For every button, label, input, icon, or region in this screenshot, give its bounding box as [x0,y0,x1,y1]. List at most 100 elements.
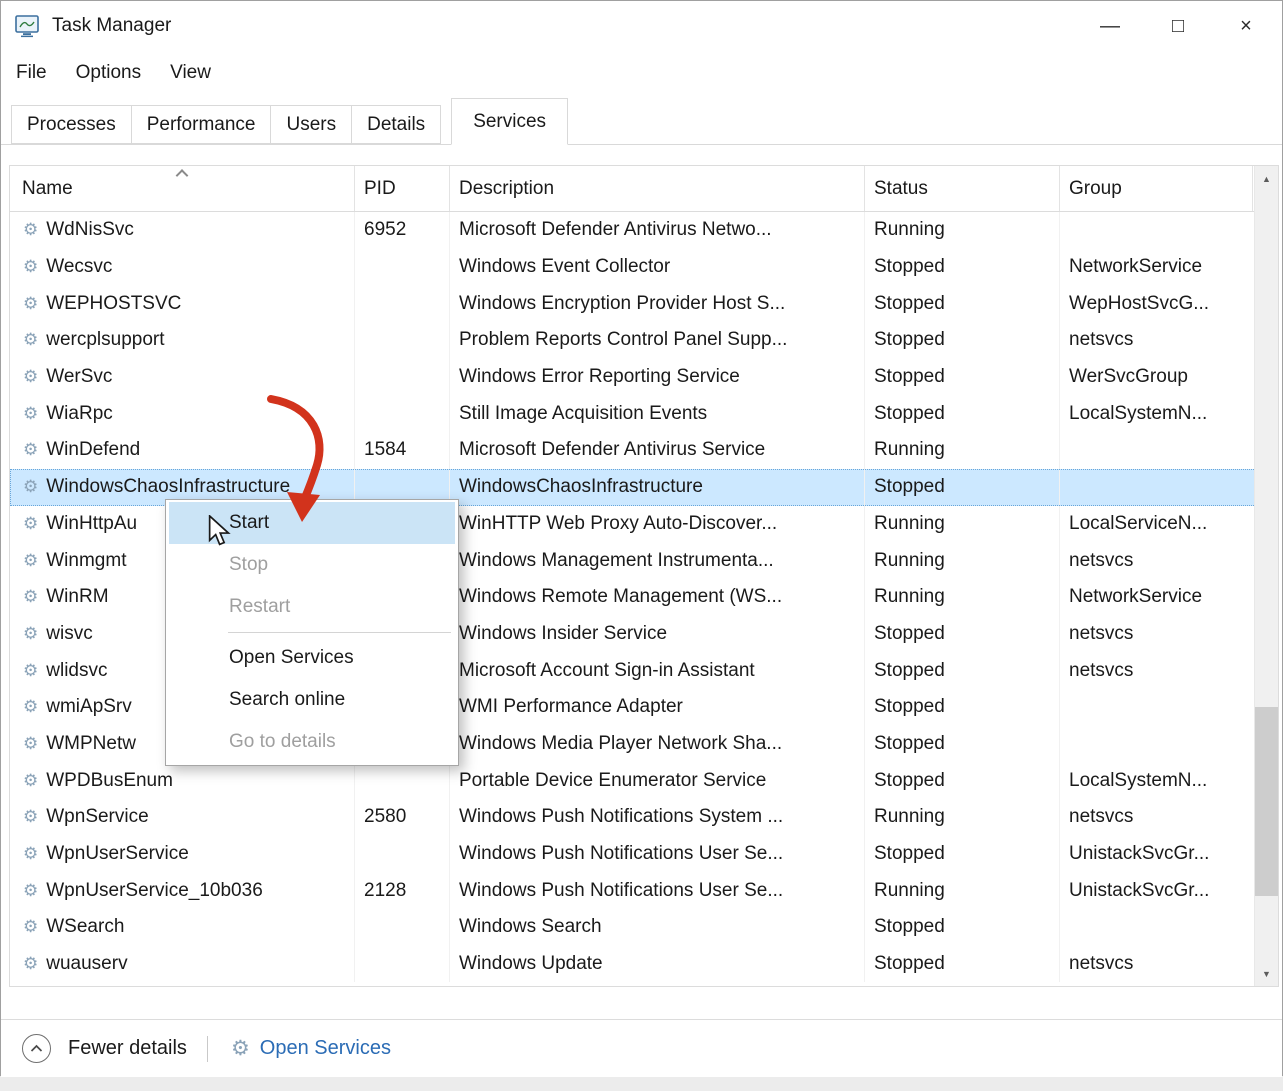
service-row[interactable]: ⚙WSearchWindows SearchStopped [10,909,1278,946]
service-name: WpnService [46,806,148,828]
menu-file[interactable]: File [16,62,47,84]
service-group: LocalServiceN... [1060,506,1253,543]
service-group: netsvcs [1060,799,1253,836]
service-name: WindowsChaosInfrastructure [46,476,290,498]
service-gear-icon: ⚙ [23,734,38,754]
service-pid [355,762,450,799]
service-name: wmiApSrv [46,696,132,718]
service-name: WSearch [46,916,124,938]
open-services-label: Open Services [260,1037,391,1060]
fewer-details-toggle[interactable]: Fewer details [22,1034,187,1063]
service-group: netsvcs [1060,652,1253,689]
service-group [1060,469,1253,506]
column-header-label: PID [364,178,396,200]
service-row[interactable]: ⚙WpnService2580Windows Push Notification… [10,799,1278,836]
service-row[interactable]: ⚙WpnUserService_10b0362128Windows Push N… [10,872,1278,909]
service-group: WepHostSvcG... [1060,285,1253,322]
column-header-status[interactable]: Status [865,166,1060,211]
service-name: WinRM [46,586,108,608]
service-row[interactable]: ⚙WpnUserServiceWindows Push Notification… [10,836,1278,873]
service-name: WpnUserService [46,843,189,865]
service-group [1060,212,1253,249]
service-status: Stopped [865,469,1060,506]
service-name: WpnUserService_10b036 [46,880,263,902]
service-row[interactable]: ⚙WerSvcWindows Error Reporting ServiceSt… [10,359,1278,396]
menu-view[interactable]: View [170,62,211,84]
service-name: WMPNetw [46,733,136,755]
chevron-up-icon[interactable] [22,1034,51,1063]
menu-options[interactable]: Options [76,62,141,84]
service-row[interactable]: ⚙WinDefend1584Microsoft Defender Antivir… [10,432,1278,469]
table-header: Name PID Description Status Group [10,166,1278,212]
column-header-pid[interactable]: PID [355,166,450,211]
scroll-down-icon[interactable]: ▼ [1255,961,1278,986]
service-group [1060,909,1253,946]
context-menu-item-start[interactable]: Start [169,502,455,544]
service-pid [355,285,450,322]
service-gear-icon: ⚙ [23,661,38,681]
service-gear-icon: ⚙ [23,881,38,901]
column-header-description[interactable]: Description [450,166,865,211]
maximize-button[interactable]: □ [1144,1,1212,51]
service-gear-icon: ⚙ [23,954,38,974]
column-header-name[interactable]: Name [10,166,355,211]
column-header-group[interactable]: Group [1060,166,1253,211]
service-pid [355,359,450,396]
service-name-cell: ⚙WEPHOSTSVC [10,285,355,322]
column-header-label: Status [874,178,928,200]
service-gear-icon: ⚙ [23,844,38,864]
minimize-button[interactable]: — [1076,1,1144,51]
service-row[interactable]: ⚙WEPHOSTSVCWindows Encryption Provider H… [10,285,1278,322]
context-menu-item-go-to-details: Go to details [169,721,455,763]
service-name: WiaRpc [46,403,113,425]
tab-strip: ProcessesPerformanceUsersDetails Services [1,95,1282,145]
service-status: Stopped [865,836,1060,873]
service-row[interactable]: ⚙WecsvcWindows Event CollectorStoppedNet… [10,249,1278,286]
menu-bar: File Options View [1,51,1282,95]
service-row[interactable]: ⚙WiaRpcStill Image Acquisition EventsSto… [10,395,1278,432]
service-group: UnistackSvcGr... [1060,836,1253,873]
task-manager-window: Task Manager — □ × FileOptionsView Proce… [0,0,1283,1076]
service-group: LocalSystemN... [1060,762,1253,799]
scroll-up-icon[interactable]: ▲ [1255,166,1278,191]
service-description: WinHTTP Web Proxy Auto-Discover... [450,506,865,543]
menu-separator [228,632,451,633]
task-manager-icon [15,15,39,38]
open-services-link[interactable]: ⚙ Open Services [228,1036,391,1061]
service-group: netsvcs [1060,542,1253,579]
service-pid [355,909,450,946]
context-menu-item-restart: Restart [169,586,455,628]
tab-services[interactable]: Services [451,98,568,145]
context-menu-item-search-online[interactable]: Search online [169,679,455,721]
service-row[interactable]: ⚙WdNisSvc6952Microsoft Defender Antiviru… [10,212,1278,249]
service-name: WEPHOSTSVC [46,293,181,315]
service-gear-icon: ⚙ [23,440,38,460]
service-gear-icon: ⚙ [23,697,38,717]
service-status: Running [865,872,1060,909]
service-description: Windows Push Notifications System ... [450,799,865,836]
tab-processes[interactable]: Processes [11,105,132,144]
service-name-cell: ⚙wercplsupport [10,322,355,359]
service-name: Wecsvc [46,256,112,278]
context-menu-item-open-services[interactable]: Open Services [169,637,455,679]
footer-bar: Fewer details ⚙ Open Services [1,1019,1282,1077]
service-status: Stopped [865,359,1060,396]
service-name: Winmgmt [46,550,126,572]
service-name: wisvc [46,623,92,645]
service-status: Stopped [865,249,1060,286]
service-gear-icon: ⚙ [23,771,38,791]
tab-performance[interactable]: Performance [131,105,272,144]
vertical-scrollbar[interactable]: ▲ ▼ [1254,166,1278,986]
service-pid: 6952 [355,212,450,249]
tab-users[interactable]: Users [270,105,352,144]
tab-details[interactable]: Details [351,105,441,144]
service-name-cell: ⚙WSearch [10,909,355,946]
context-menu-item-stop: Stop [169,544,455,586]
service-row[interactable]: ⚙wuauservWindows UpdateStoppednetsvcs [10,946,1278,983]
service-name: WPDBusEnum [46,770,173,792]
service-description: Windows Search [450,909,865,946]
service-row[interactable]: ⚙WPDBusEnumPortable Device Enumerator Se… [10,762,1278,799]
service-row[interactable]: ⚙wercplsupportProblem Reports Control Pa… [10,322,1278,359]
close-button[interactable]: × [1212,1,1280,51]
scrollbar-thumb[interactable] [1255,707,1278,896]
